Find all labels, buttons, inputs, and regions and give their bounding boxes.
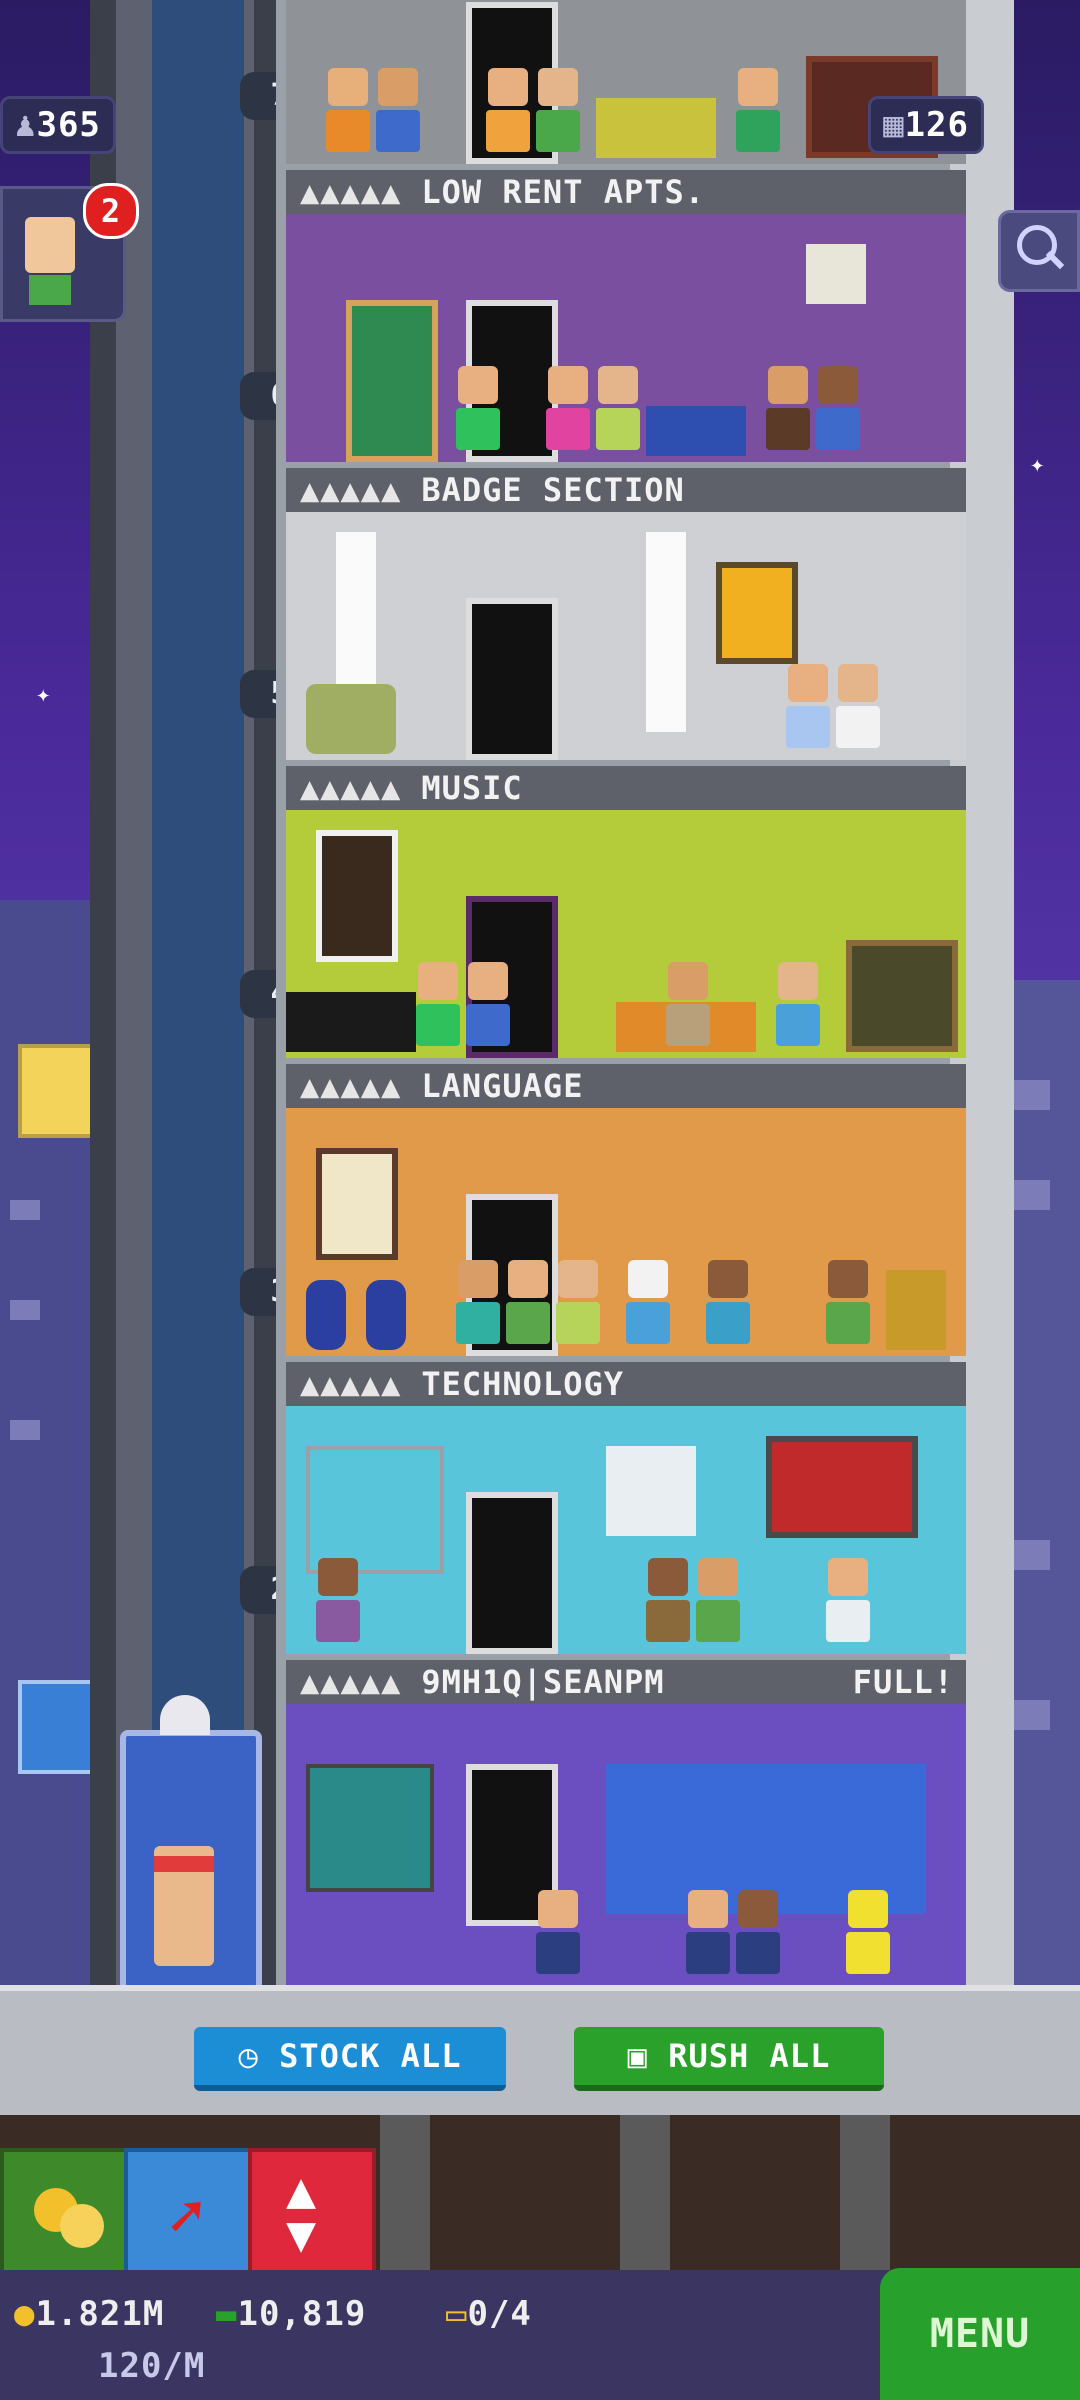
- floor-label: ▲▲▲▲▲ LANGUAGE: [286, 1064, 966, 1108]
- coins-stat[interactable]: ●1.821M: [14, 2294, 164, 2334]
- coin-rate: 120/M: [98, 2346, 206, 2386]
- stock-all-label: STOCK ALL: [279, 2037, 462, 2075]
- floor-name: TECHNOLOGY: [421, 1365, 624, 1403]
- rush-all-label: RUSH ALL: [668, 2037, 831, 2075]
- search-button[interactable]: [998, 210, 1080, 292]
- floor-label: ▲▲▲▲▲ 9MH1Q|SEANPM FULL!: [286, 1660, 966, 1704]
- menu-button[interactable]: MENU: [880, 2268, 1080, 2400]
- tickets-stat[interactable]: ▭0/4: [446, 2294, 532, 2334]
- stock-all-button[interactable]: ◷ STOCK ALL: [194, 2027, 506, 2091]
- pointer-tool-button[interactable]: ➚: [124, 2148, 252, 2278]
- tower: ▲▲▲▲▲ LOW RENT APTS. ▲▲▲▲▲ BADGE SECTION: [276, 0, 1014, 1990]
- floor-stars: ▲▲▲▲▲: [300, 1663, 402, 1701]
- floor-name: BADGE SECTION: [421, 471, 685, 509]
- population-value: 365: [36, 105, 101, 145]
- elevator-tool-button[interactable]: ▲ ▼: [248, 2148, 376, 2278]
- action-bar: ◷ STOCK ALL ▣ RUSH ALL: [0, 1985, 1080, 2129]
- notification-badge: 2: [83, 183, 139, 239]
- lobby[interactable]: [286, 1704, 966, 1986]
- floor-full-status: FULL!: [852, 1663, 954, 1701]
- clock-icon: ◷: [238, 2037, 280, 2075]
- floor-stars: ▲▲▲▲▲: [300, 173, 402, 211]
- floor-label: ▲▲▲▲▲ MUSIC: [286, 766, 966, 810]
- coin-icon: ●: [14, 2294, 36, 2334]
- population-counter[interactable]: ♟365: [0, 96, 116, 154]
- floor-low-rent-apts[interactable]: ▲▲▲▲▲ LOW RENT APTS.: [286, 0, 966, 214]
- rush-all-button[interactable]: ▣ RUSH ALL: [574, 2027, 884, 2091]
- building-icon: ▦: [883, 105, 905, 145]
- star-sparkle: ✦: [36, 680, 51, 708]
- floor-label: ▲▲▲▲▲ BADGE SECTION: [286, 468, 966, 512]
- fries-billboard: [18, 1044, 96, 1138]
- bux-stat[interactable]: ▬10,819: [216, 2294, 366, 2334]
- floor-name: MUSIC: [421, 769, 523, 807]
- pointer-tool-icon: ➚: [168, 2182, 205, 2252]
- coins-tool-button[interactable]: [0, 2148, 128, 2278]
- cash-icon: ▬: [216, 2294, 238, 2334]
- vip-avatar: [25, 217, 75, 273]
- floor-stars: ▲▲▲▲▲: [300, 471, 402, 509]
- floor-badge-section[interactable]: ▲▲▲▲▲ BADGE SECTION: [286, 214, 966, 512]
- floor-name: LOW RENT APTS.: [421, 173, 706, 211]
- floor-language[interactable]: ▲▲▲▲▲ LANGUAGE: [286, 810, 966, 1108]
- tickets-value: 0/4: [467, 2294, 532, 2334]
- ticket-icon: ▭: [446, 2294, 468, 2334]
- elevator-tool-icon: ▲ ▼: [286, 2161, 317, 2263]
- floor-label: ▲▲▲▲▲ LOW RENT APTS.: [286, 170, 966, 214]
- blue-billboard: [18, 1680, 96, 1774]
- elevator-car[interactable]: [120, 1730, 262, 1992]
- star-sparkle: ✦: [1030, 450, 1045, 478]
- floor-stars: ▲▲▲▲▲: [300, 1365, 402, 1403]
- floor-label: ▲▲▲▲▲ TECHNOLOGY: [286, 1362, 966, 1406]
- floor-counter[interactable]: ▦126: [868, 96, 984, 154]
- floor-stars: ▲▲▲▲▲: [300, 1067, 402, 1105]
- person-icon: ♟: [15, 105, 37, 145]
- vip-avatar-body: [29, 275, 71, 305]
- vip-notification-button[interactable]: 2: [0, 183, 139, 322]
- cash-icon: ▣: [627, 2037, 669, 2075]
- bux-value: 10,819: [237, 2294, 367, 2334]
- coins-value: 1.821M: [35, 2294, 165, 2334]
- floor-technology[interactable]: ▲▲▲▲▲ TECHNOLOGY: [286, 1108, 966, 1406]
- floor-name: 9MH1Q|SEANPM: [421, 1663, 665, 1701]
- floor-custom[interactable]: ▲▲▲▲▲ 9MH1Q|SEANPM FULL!: [286, 1406, 966, 1704]
- floor-count-value: 126: [904, 105, 969, 145]
- floor-name: LANGUAGE: [421, 1067, 584, 1105]
- floor-stars: ▲▲▲▲▲: [300, 769, 402, 807]
- floor-music[interactable]: ▲▲▲▲▲ MUSIC: [286, 512, 966, 810]
